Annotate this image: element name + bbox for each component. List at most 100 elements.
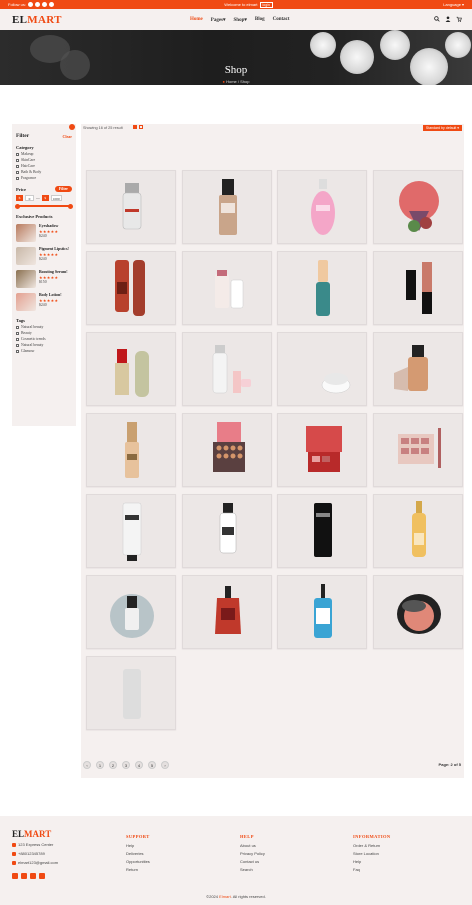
- facebook-icon[interactable]: [28, 2, 34, 7]
- tag-item[interactable]: Cosmetic trends: [16, 337, 72, 341]
- tag-item[interactable]: Natural beauty: [16, 325, 72, 329]
- product-card[interactable]: [86, 170, 176, 244]
- footer-link[interactable]: Contact us: [240, 859, 265, 864]
- tag-item[interactable]: Glamour: [16, 349, 72, 353]
- category-checkbox[interactable]: [16, 158, 19, 162]
- product-card[interactable]: [277, 251, 367, 325]
- exclusive-product-image[interactable]: [16, 270, 36, 288]
- footer-link[interactable]: Help: [353, 859, 391, 864]
- tag-checkbox[interactable]: [16, 325, 19, 329]
- nav-shop[interactable]: Shop▾: [234, 17, 247, 23]
- instagram-icon[interactable]: [35, 2, 41, 7]
- prev-page-button[interactable]: ‹: [83, 761, 91, 769]
- product-image[interactable]: [183, 495, 272, 568]
- product-image[interactable]: [278, 576, 367, 649]
- product-card[interactable]: [182, 332, 272, 406]
- product-image[interactable]: [87, 576, 176, 649]
- product-card[interactable]: [277, 170, 367, 244]
- category-item[interactable]: Fragrance: [16, 176, 72, 180]
- product-image[interactable]: [374, 576, 463, 649]
- next-page-button[interactable]: ›: [161, 761, 169, 769]
- user-icon[interactable]: [445, 16, 451, 22]
- product-image[interactable]: [183, 171, 272, 244]
- instagram-icon[interactable]: [21, 873, 27, 879]
- exclusive-product-image[interactable]: [16, 293, 36, 311]
- tag-checkbox[interactable]: [16, 349, 19, 353]
- product-card[interactable]: [86, 413, 176, 487]
- product-card[interactable]: [86, 251, 176, 325]
- product-card[interactable]: [373, 413, 463, 487]
- clear-filter-link[interactable]: Clear: [62, 134, 72, 139]
- footer-link[interactable]: Order & Return: [353, 843, 391, 848]
- product-card[interactable]: [277, 413, 367, 487]
- category-checkbox[interactable]: [16, 176, 19, 180]
- product-image[interactable]: [374, 495, 463, 568]
- twitter-icon[interactable]: [42, 2, 48, 7]
- price-range-slider[interactable]: [15, 203, 73, 209]
- price-max-stepper[interactable]: $: [41, 195, 49, 201]
- range-max-handle[interactable]: [68, 203, 73, 209]
- category-checkbox[interactable]: [16, 152, 19, 156]
- grid-view-icon[interactable]: [133, 125, 137, 129]
- exclusive-product[interactable]: Eyeshadow ★★★★★ $240: [16, 223, 72, 242]
- search-icon[interactable]: [434, 16, 440, 22]
- nav-pages[interactable]: Pages▾: [211, 17, 226, 23]
- product-image[interactable]: [374, 171, 463, 244]
- product-image[interactable]: [278, 333, 367, 406]
- category-checkbox[interactable]: [16, 170, 19, 174]
- footer-link[interactable]: Store Location: [353, 851, 391, 856]
- exclusive-product-image[interactable]: [16, 224, 36, 242]
- tag-item[interactable]: Beauty: [16, 331, 72, 335]
- list-view-icon[interactable]: [139, 125, 143, 129]
- price-max-input[interactable]: 1000: [50, 195, 62, 201]
- product-card[interactable]: [373, 494, 463, 568]
- page-button[interactable]: 3: [122, 761, 130, 769]
- product-card[interactable]: [277, 332, 367, 406]
- product-image[interactable]: [183, 414, 272, 487]
- footer-link[interactable]: Help: [126, 843, 150, 848]
- facebook-icon[interactable]: [12, 873, 18, 879]
- nav-contact[interactable]: Contact: [273, 17, 290, 22]
- page-button[interactable]: 1: [96, 761, 104, 769]
- product-card[interactable]: [373, 251, 463, 325]
- product-image[interactable]: [183, 252, 272, 325]
- copyright-brand[interactable]: Elmart: [219, 894, 231, 899]
- youtube-icon[interactable]: [39, 873, 45, 879]
- footer-link[interactable]: About us: [240, 843, 265, 848]
- nav-home[interactable]: Home: [190, 17, 203, 22]
- footer-link[interactable]: Faq: [353, 867, 391, 872]
- footer-link[interactable]: Privacy Policy: [240, 851, 265, 856]
- logo[interactable]: ELMART: [12, 14, 62, 26]
- footer-link[interactable]: Search: [240, 867, 265, 872]
- tag-checkbox[interactable]: [16, 331, 19, 335]
- product-card[interactable]: [182, 494, 272, 568]
- exclusive-product-image[interactable]: [16, 247, 36, 265]
- product-card[interactable]: [86, 494, 176, 568]
- sort-select[interactable]: Standard by default ▾: [422, 125, 462, 131]
- product-card[interactable]: [86, 575, 176, 649]
- exclusive-product[interactable]: Pigment Lipstics! ★★★★★ $240: [16, 246, 72, 265]
- product-image[interactable]: [87, 333, 176, 406]
- twitter-icon[interactable]: [30, 873, 36, 879]
- category-item[interactable]: Makeup: [16, 152, 72, 156]
- price-min-input[interactable]: 0: [25, 195, 34, 201]
- category-item[interactable]: SkinCare: [16, 158, 72, 162]
- category-checkbox[interactable]: [16, 164, 19, 168]
- product-card[interactable]: [182, 251, 272, 325]
- sidebar-toggle-button[interactable]: [69, 124, 75, 130]
- product-card[interactable]: [373, 170, 463, 244]
- price-min-stepper[interactable]: $: [16, 195, 23, 201]
- product-image[interactable]: [278, 414, 367, 487]
- product-image[interactable]: [278, 252, 367, 325]
- product-card[interactable]: [373, 575, 463, 649]
- product-image[interactable]: [87, 252, 176, 325]
- product-card[interactable]: [182, 575, 272, 649]
- footer-link[interactable]: Opportunities: [126, 859, 150, 864]
- product-card[interactable]: [182, 413, 272, 487]
- category-item[interactable]: HairCare: [16, 164, 72, 168]
- product-image[interactable]: [87, 495, 176, 568]
- language-select[interactable]: Language ▾: [443, 2, 464, 7]
- product-image[interactable]: [87, 657, 176, 730]
- cart-icon[interactable]: [456, 16, 462, 22]
- product-card[interactable]: [182, 170, 272, 244]
